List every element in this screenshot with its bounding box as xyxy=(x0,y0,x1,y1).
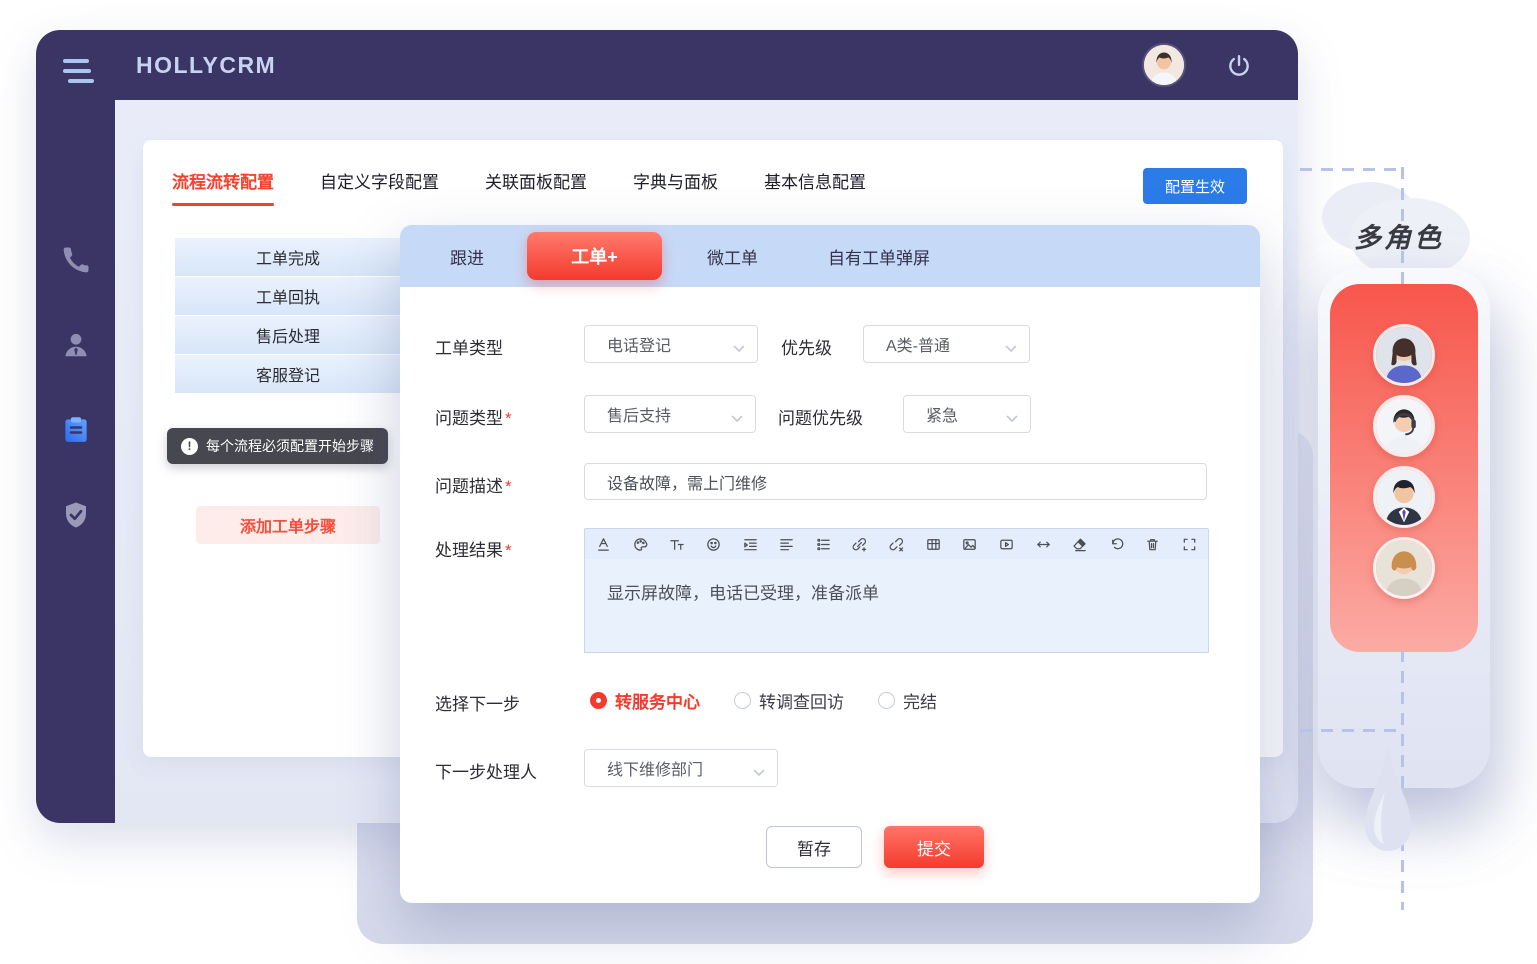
next-handler-label: 下一步处理人 xyxy=(435,758,537,783)
issue-priority-label: 问题优先级 xyxy=(778,404,863,429)
avatar-female-agent-headset xyxy=(1373,395,1435,457)
radio-dot xyxy=(878,692,895,709)
dashed-guide-bottom xyxy=(1300,729,1403,732)
next-step-radio-group: 转服务中心 转调查回访 完结 xyxy=(590,688,937,713)
tab-follow-up[interactable]: 跟进 xyxy=(450,244,484,269)
horizontal-rule-icon[interactable] xyxy=(1035,536,1052,553)
next-handler-select[interactable]: 线下维修部门 xyxy=(584,749,778,787)
step-row-order-complete[interactable]: 工单完成 xyxy=(175,238,401,277)
tab-process-flow-config[interactable]: 流程流转配置 xyxy=(172,168,274,199)
chevron-down-icon xyxy=(1005,340,1017,348)
droplet-shape xyxy=(1352,740,1424,875)
radio-finish[interactable]: 完结 xyxy=(878,688,937,713)
issue-type-label: 问题类型* xyxy=(435,404,512,429)
sidebar-item-phone[interactable] xyxy=(61,245,91,275)
dashed-guide-top xyxy=(1300,168,1403,171)
avatar-male-manager xyxy=(1373,466,1435,528)
work-order-type-label: 工单类型 xyxy=(435,334,503,359)
sidebar-item-user[interactable] xyxy=(61,330,91,360)
avatar-female-agent xyxy=(1373,324,1435,386)
tab-micro-order[interactable]: 微工单 xyxy=(707,244,758,269)
tab-custom-field-config[interactable]: 自定义字段配置 xyxy=(320,168,439,199)
radio-dot xyxy=(590,692,607,709)
indent-icon[interactable] xyxy=(742,536,759,553)
chevron-down-icon xyxy=(753,764,765,772)
sidebar-nav xyxy=(36,245,115,530)
sidebar-item-clipboard[interactable] xyxy=(61,415,91,445)
remove-link-icon[interactable] xyxy=(888,536,905,553)
eraser-icon[interactable] xyxy=(1071,536,1088,553)
multi-role-panel xyxy=(1330,284,1478,652)
delete-icon[interactable] xyxy=(1144,536,1161,553)
insert-link-icon[interactable] xyxy=(851,536,868,553)
tab-work-order-active[interactable]: 工单+ xyxy=(527,232,662,280)
workflow-step-list: 工单完成 工单回执 售后处理 客服登记 xyxy=(175,237,401,394)
editor-toolbar xyxy=(584,528,1209,560)
logout-power-icon[interactable] xyxy=(1226,53,1252,79)
result-textarea[interactable]: 显示屏故障，电话已受理，准备派单 xyxy=(584,559,1209,653)
undo-icon[interactable] xyxy=(1108,536,1125,553)
brand-logo: HOLLYCRM xyxy=(136,52,276,79)
issue-desc-input[interactable]: 设备故障，需上门维修 xyxy=(584,463,1207,500)
sidebar-item-shield-check[interactable] xyxy=(61,500,91,530)
avatar-female-specialist xyxy=(1373,537,1435,599)
add-step-button[interactable]: 添加工单步骤 xyxy=(196,506,380,544)
radio-dot xyxy=(734,692,751,709)
priority-select[interactable]: A类-普通 xyxy=(863,325,1030,363)
color-palette-icon[interactable] xyxy=(632,536,649,553)
issue-desc-label: 问题描述* xyxy=(435,472,512,497)
priority-label: 优先级 xyxy=(781,334,832,359)
dialog-tabbar: 跟进 工单+ 微工单 自有工单弹屏 xyxy=(400,225,1260,287)
emoji-icon[interactable] xyxy=(705,536,722,553)
apply-config-button[interactable]: 配置生效 xyxy=(1143,168,1247,204)
result-label: 处理结果* xyxy=(435,536,512,561)
menu-icon[interactable] xyxy=(63,59,97,89)
save-draft-button[interactable]: 暂存 xyxy=(766,826,862,868)
work-order-type-select[interactable]: 电话登记 xyxy=(584,325,758,363)
exclamation-icon: ! xyxy=(181,438,198,455)
tab-related-panel-config[interactable]: 关联面板配置 xyxy=(485,168,587,199)
step-row-order-receipt[interactable]: 工单回执 xyxy=(175,277,401,316)
table-icon[interactable] xyxy=(925,536,942,553)
text-style-icon[interactable] xyxy=(595,536,612,553)
config-tabs: 流程流转配置 自定义字段配置 关联面板配置 字典与面板 基本信息配置 xyxy=(172,168,866,199)
bullet-list-icon[interactable] xyxy=(815,536,832,553)
image-icon[interactable] xyxy=(961,536,978,553)
next-step-label: 选择下一步 xyxy=(435,690,520,715)
align-left-icon[interactable] xyxy=(778,536,795,553)
tab-basic-info-config[interactable]: 基本信息配置 xyxy=(764,168,866,199)
chevron-down-icon xyxy=(733,340,745,348)
avatar-image xyxy=(1144,45,1184,85)
font-size-icon[interactable] xyxy=(668,536,685,553)
chevron-down-icon xyxy=(731,410,743,418)
radio-transfer-service-center[interactable]: 转服务中心 xyxy=(590,688,700,713)
tab-dictionary-panel[interactable]: 字典与面板 xyxy=(633,168,718,199)
tab-own-order-popup[interactable]: 自有工单弹屏 xyxy=(828,244,930,269)
fullscreen-icon[interactable] xyxy=(1181,536,1198,553)
issue-priority-select[interactable]: 紧急 xyxy=(903,395,1031,433)
issue-type-select[interactable]: 售后支持 xyxy=(584,395,756,433)
step-row-aftersales[interactable]: 售后处理 xyxy=(175,316,401,355)
screen: HOLLYCRM 流程流转配置 自定义字段配置 关联面板配置 字典与面板 基本信… xyxy=(0,0,1537,964)
multi-role-label: 多角色 xyxy=(1354,216,1444,255)
user-avatar[interactable] xyxy=(1144,45,1184,85)
submit-button[interactable]: 提交 xyxy=(884,826,984,868)
chevron-down-icon xyxy=(1006,410,1018,418)
radio-transfer-survey-callback[interactable]: 转调查回访 xyxy=(734,688,844,713)
step-row-service-register[interactable]: 客服登记 xyxy=(175,355,401,394)
video-icon[interactable] xyxy=(998,536,1015,553)
work-order-dialog: 跟进 工单+ 微工单 自有工单弹屏 工单类型 电话登记 优先级 A类-普通 问题… xyxy=(400,225,1260,903)
warning-toast: ! 每个流程必须配置开始步骤 xyxy=(167,428,388,464)
toast-text: 每个流程必须配置开始步骤 xyxy=(206,436,374,456)
